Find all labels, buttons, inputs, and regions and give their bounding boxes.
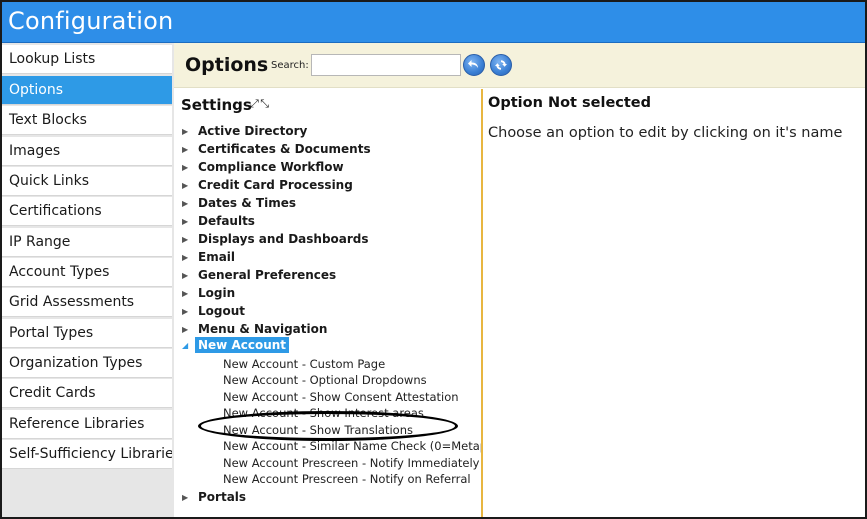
sidebar-item-options[interactable]: Options	[2, 76, 172, 105]
tree-item-new-account[interactable]: ◢ New Account	[182, 337, 290, 355]
caret-right-icon: ▶	[182, 145, 189, 154]
tree-item-login[interactable]: ▶ Login	[182, 285, 238, 303]
tree-item-logout[interactable]: ▶ Logout	[182, 303, 248, 321]
sidebar-item-text-blocks[interactable]: Text Blocks	[2, 106, 172, 135]
undo-button[interactable]	[463, 54, 485, 76]
option-new-account-custom-page[interactable]: New Account - Custom Page	[223, 357, 385, 371]
sidebar-item-grid-assessments[interactable]: Grid Assessments	[2, 288, 172, 317]
caret-right-icon: ▶	[182, 127, 189, 136]
sidebar-item-images[interactable]: Images	[2, 137, 172, 166]
caret-right-icon: ▶	[182, 235, 189, 244]
caret-right-icon: ▶	[182, 199, 189, 208]
caret-expanded-icon: ◢	[182, 341, 189, 350]
sidebar-item-ip-range[interactable]: IP Range	[2, 228, 172, 257]
option-new-account-show-translations[interactable]: New Account - Show Translations	[223, 423, 413, 437]
caret-right-icon: ▶	[182, 493, 189, 502]
caret-right-icon: ▶	[182, 253, 189, 262]
options-toolbar: Options Search:	[174, 43, 865, 88]
search-input[interactable]	[311, 54, 461, 76]
caret-right-icon: ▶	[182, 181, 189, 190]
option-new-account-show-interest-areas[interactable]: New Account - Show Interest areas	[223, 406, 424, 420]
tree-item-active-directory[interactable]: ▶ Active Directory	[182, 123, 310, 141]
search-label: Search:	[271, 60, 309, 71]
caret-right-icon: ▶	[182, 217, 189, 226]
page-title: Options	[185, 54, 269, 76]
sidebar-item-account-types[interactable]: Account Types	[2, 258, 172, 287]
detail-title: Option Not selected	[488, 95, 652, 111]
sidebar-item-credit-cards[interactable]: Credit Cards	[2, 379, 172, 408]
option-new-account-prescreen-notify-referral[interactable]: New Account Prescreen - Notify on Referr…	[223, 472, 471, 486]
caret-right-icon: ▶	[182, 325, 189, 334]
option-detail-pane: Option Not selected Choose an option to …	[483, 89, 865, 517]
sidebar-item-quick-links[interactable]: Quick Links	[2, 167, 172, 196]
option-new-account-show-consent-attestation[interactable]: New Account - Show Consent Attestation	[223, 390, 459, 404]
detail-message: Choose an option to edit by clicking on …	[488, 125, 843, 141]
settings-title: Settings	[181, 96, 252, 114]
caret-right-icon: ▶	[182, 289, 189, 298]
sidebar-item-portal-types[interactable]: Portal Types	[2, 319, 172, 348]
option-new-account-optional-dropdowns[interactable]: New Account - Optional Dropdowns	[223, 373, 427, 387]
tree-item-defaults[interactable]: ▶ Defaults	[182, 213, 258, 231]
tree-item-dates-times[interactable]: ▶ Dates & Times	[182, 195, 299, 213]
tree-item-email[interactable]: ▶ Email	[182, 249, 238, 267]
title-bar: Configuration	[2, 2, 865, 43]
option-new-account-prescreen-notify-immediately[interactable]: New Account Prescreen - Notify Immediate…	[223, 456, 479, 470]
expand-collapse-all-icon[interactable]: ⤢ ⤡	[250, 97, 269, 111]
sidebar-item-lookup-lists[interactable]: Lookup Lists	[2, 45, 172, 74]
caret-right-icon: ▶	[182, 307, 189, 316]
main-content: Options Search: Settings ⤢ ⤡ ▶ Active Di…	[174, 43, 865, 517]
sidebar-item-organization-types[interactable]: Organization Types	[2, 349, 172, 378]
sidebar-item-self-sufficiency-libraries[interactable]: Self-Sufficiency Libraries	[2, 440, 172, 469]
sidebar-item-certifications[interactable]: Certifications	[2, 197, 172, 226]
tree-item-portals[interactable]: ▶ Portals	[182, 489, 249, 507]
caret-right-icon: ▶	[182, 271, 189, 280]
caret-right-icon: ▶	[182, 163, 189, 172]
sidebar-item-reference-libraries[interactable]: Reference Libraries	[2, 410, 172, 439]
tree-item-general-preferences[interactable]: ▶ General Preferences	[182, 267, 339, 285]
refresh-button[interactable]	[490, 54, 512, 76]
tree-item-displays-dashboards[interactable]: ▶ Displays and Dashboards	[182, 231, 372, 249]
sidebar: Lookup Lists Options Text Blocks Images …	[2, 43, 174, 517]
app-window: Configuration Lookup Lists Options Text …	[0, 0, 867, 519]
tree-item-certificates-documents[interactable]: ▶ Certificates & Documents	[182, 141, 374, 159]
app-title: Configuration	[8, 7, 174, 35]
option-new-account-similar-name-check[interactable]: New Account - Similar Name Check (0=Meta…	[223, 439, 481, 453]
tree-item-credit-card-processing[interactable]: ▶ Credit Card Processing	[182, 177, 356, 195]
settings-pane: Settings ⤢ ⤡ ▶ Active Directory ▶ Certific…	[174, 89, 481, 517]
tree-item-compliance-workflow[interactable]: ▶ Compliance Workflow	[182, 159, 347, 177]
